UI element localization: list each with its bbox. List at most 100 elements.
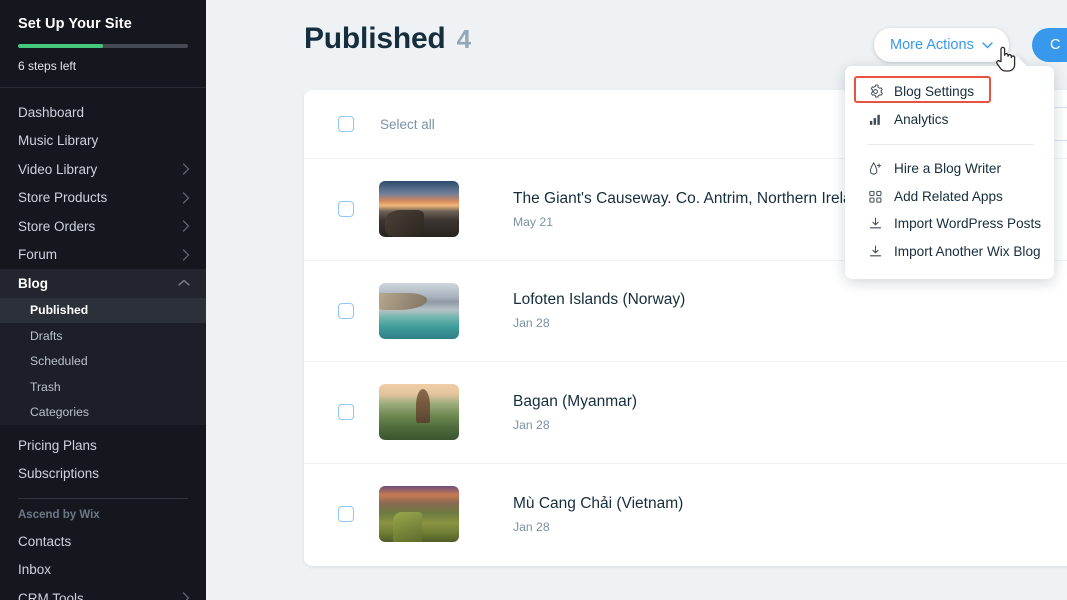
- sidebar-subitem-label: Drafts: [30, 329, 63, 343]
- download-icon: [867, 216, 884, 231]
- sidebar-item-pricing-plans[interactable]: Pricing Plans: [0, 431, 206, 460]
- sidebar-subitem-label: Scheduled: [30, 354, 88, 368]
- chevron-right-icon: [182, 249, 190, 261]
- sidebar-item-contacts[interactable]: Contacts: [0, 527, 206, 556]
- row-checkbox[interactable]: [338, 303, 354, 319]
- sidebar-item-inbox[interactable]: Inbox: [0, 556, 206, 585]
- sidebar-item-label: Music Library: [18, 133, 98, 148]
- bar-chart-icon: [867, 112, 884, 127]
- sidebar-section-ascend: Ascend by Wix: [0, 507, 206, 527]
- sidebar-item-label: Subscriptions: [18, 466, 99, 481]
- setup-title: Set Up Your Site: [18, 16, 188, 32]
- page-title: Published: [304, 22, 446, 56]
- sidebar-nav: Dashboard Music Library Video Library St…: [0, 88, 206, 600]
- post-title: The Giant's Causeway. Co. Antrim, Northe…: [513, 190, 869, 208]
- chevron-right-icon: [182, 592, 190, 600]
- sidebar-item-video-library[interactable]: Video Library: [0, 155, 206, 184]
- more-actions-label: More Actions: [890, 37, 974, 53]
- post-title: Lofoten Islands (Norway): [513, 291, 685, 309]
- sidebar-item-drafts[interactable]: Drafts: [0, 323, 206, 349]
- sidebar-item-label: Store Products: [18, 190, 107, 205]
- sidebar-item-music-library[interactable]: Music Library: [0, 127, 206, 156]
- setup-progress-bar: [18, 44, 188, 48]
- post-title: Bagan (Myanmar): [513, 393, 637, 411]
- post-date: May 21: [513, 215, 869, 229]
- sidebar-item-label: Video Library: [18, 162, 97, 177]
- post-date: Jan 28: [513, 520, 683, 534]
- pen-plus-icon: [867, 161, 884, 176]
- menu-item-add-related-apps[interactable]: Add Related Apps: [845, 183, 1054, 211]
- sidebar-item-forum[interactable]: Forum: [0, 241, 206, 270]
- select-all-checkbox[interactable]: [338, 116, 354, 132]
- sidebar-item-dashboard[interactable]: Dashboard: [0, 98, 206, 127]
- sidebar-item-blog[interactable]: Blog: [0, 269, 206, 298]
- sidebar-subitem-label: Trash: [30, 380, 61, 394]
- post-thumbnail: [379, 486, 459, 542]
- sidebar: Set Up Your Site 6 steps left Dashboard …: [0, 0, 206, 600]
- sidebar-item-subscriptions[interactable]: Subscriptions: [0, 460, 206, 489]
- select-all-label: Select all: [380, 117, 435, 132]
- row-checkbox[interactable]: [338, 404, 354, 420]
- table-row[interactable]: Bagan (Myanmar) Jan 28: [304, 362, 1067, 464]
- post-info: Bagan (Myanmar) Jan 28: [513, 393, 637, 432]
- sidebar-item-label: CRM Tools: [18, 591, 84, 600]
- page-count: 4: [457, 24, 471, 55]
- sidebar-item-label: Pricing Plans: [18, 438, 97, 453]
- table-row[interactable]: Mù Cang Chải (Vietnam) Jan 28: [304, 464, 1067, 566]
- sidebar-item-published[interactable]: Published: [0, 298, 206, 324]
- download-icon: [867, 244, 884, 259]
- post-title: Mù Cang Chải (Vietnam): [513, 495, 683, 513]
- menu-item-label: Import WordPress Posts: [894, 216, 1041, 231]
- menu-item-label: Import Another Wix Blog: [894, 244, 1041, 259]
- menu-item-import-another-wix-blog[interactable]: Import Another Wix Blog: [845, 238, 1054, 266]
- sidebar-item-label: Blog: [18, 276, 48, 291]
- menu-item-hire-a-blog-writer[interactable]: Hire a Blog Writer: [845, 155, 1054, 183]
- sidebar-item-label: Inbox: [18, 562, 51, 577]
- chevron-right-icon: [182, 192, 190, 204]
- chevron-right-icon: [182, 163, 190, 175]
- chevron-right-icon: [182, 220, 190, 232]
- menu-item-label: Analytics: [894, 112, 948, 127]
- row-checkbox[interactable]: [338, 506, 354, 522]
- sidebar-item-label: Dashboard: [18, 105, 84, 120]
- setup-progress-fill: [18, 44, 103, 48]
- sidebar-subitem-label: Published: [30, 303, 88, 317]
- sidebar-item-categories[interactable]: Categories: [0, 400, 206, 426]
- post-date: Jan 28: [513, 316, 685, 330]
- dropdown-divider: [867, 144, 1034, 145]
- sidebar-item-store-orders[interactable]: Store Orders: [0, 212, 206, 241]
- sidebar-item-scheduled[interactable]: Scheduled: [0, 349, 206, 375]
- post-date: Jan 28: [513, 418, 637, 432]
- sidebar-subitem-label: Categories: [30, 405, 89, 419]
- page-header: Published 4: [304, 22, 471, 56]
- sidebar-divider: [18, 498, 188, 499]
- setup-your-site-panel[interactable]: Set Up Your Site 6 steps left: [0, 0, 206, 88]
- sidebar-item-label: Contacts: [18, 534, 71, 549]
- menu-item-blog-settings[interactable]: Blog Settings: [845, 78, 1054, 106]
- sidebar-item-label: Forum: [18, 247, 57, 262]
- create-new-post-label: C: [1050, 37, 1060, 53]
- create-new-post-button[interactable]: C: [1032, 28, 1067, 62]
- hand-cursor-icon: [993, 43, 1019, 80]
- menu-item-label: Hire a Blog Writer: [894, 161, 1001, 176]
- menu-item-label: Blog Settings: [894, 84, 974, 99]
- row-checkbox[interactable]: [338, 201, 354, 217]
- chevron-down-icon: [982, 37, 993, 53]
- app-root: Set Up Your Site 6 steps left Dashboard …: [0, 0, 1067, 600]
- post-info: Lofoten Islands (Norway) Jan 28: [513, 291, 685, 330]
- menu-item-analytics[interactable]: Analytics: [845, 106, 1054, 134]
- gear-icon: [867, 84, 884, 99]
- more-actions-button[interactable]: More Actions: [874, 28, 1009, 62]
- setup-steps-left: 6 steps left: [18, 59, 188, 73]
- post-thumbnail: [379, 181, 459, 237]
- sidebar-item-trash[interactable]: Trash: [0, 374, 206, 400]
- blog-subnav: Published Drafts Scheduled Trash Categor…: [0, 298, 206, 426]
- sidebar-item-crm-tools[interactable]: CRM Tools: [0, 584, 206, 600]
- post-thumbnail: [379, 283, 459, 339]
- sidebar-item-label: Store Orders: [18, 219, 95, 234]
- sidebar-item-store-products[interactable]: Store Products: [0, 184, 206, 213]
- menu-item-label: Add Related Apps: [894, 189, 1003, 204]
- chevron-up-icon: [178, 279, 190, 287]
- menu-item-import-wordpress-posts[interactable]: Import WordPress Posts: [845, 210, 1054, 238]
- apps-grid-icon: [867, 189, 884, 204]
